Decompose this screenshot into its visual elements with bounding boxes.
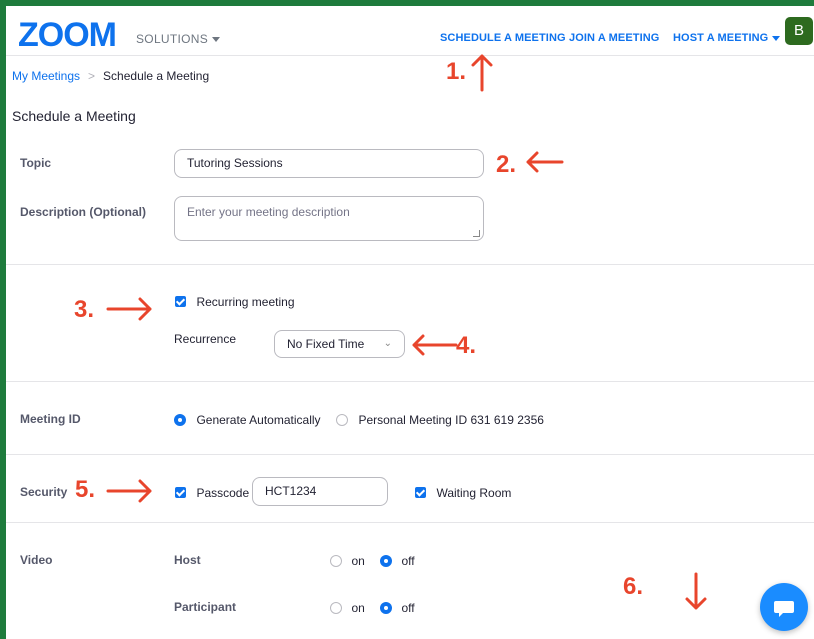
header-divider (6, 55, 814, 56)
passcode-input[interactable]: HCT1234 (252, 477, 388, 506)
radio-selected-icon (380, 601, 392, 614)
topic-input[interactable]: Tutoring Sessions (174, 149, 484, 178)
recurrence-label: Recurrence (174, 332, 237, 346)
breadcrumb-current: Schedule a Meeting (103, 69, 210, 83)
avatar[interactable]: B (785, 17, 813, 45)
nav-host-meeting[interactable]: HOST A MEETING (673, 32, 781, 44)
solutions-label: SOLUTIONS (136, 32, 209, 46)
arrow-right-icon (106, 297, 152, 321)
description-placeholder: Enter your meeting description (187, 205, 350, 219)
breadcrumb: My Meetings > Schedule a Meeting (12, 69, 209, 83)
recurring-label: Recurring meeting (196, 294, 295, 309)
annotation-3: 3. (74, 296, 95, 323)
description-label: Description (Optional) (20, 205, 146, 219)
on-label: on (351, 553, 365, 568)
chevron-down-icon (212, 37, 221, 43)
video-label: Video (20, 553, 53, 567)
generate-automatically-radio[interactable]: Generate Automatically (174, 411, 321, 429)
arrow-right-icon (106, 479, 152, 503)
resize-handle-icon[interactable] (473, 230, 480, 237)
annotation-1: 1. (446, 58, 467, 85)
radio-selected-icon (174, 413, 186, 426)
recurrence-select[interactable]: No Fixed Time ⌄ (274, 330, 405, 358)
generate-automatically-label: Generate Automatically (196, 412, 321, 427)
nav-schedule-meeting[interactable]: SCHEDULE A MEETING (440, 32, 566, 44)
checkbox-checked-icon (175, 487, 186, 499)
annotation-5: 5. (75, 476, 96, 503)
on-label: on (351, 600, 365, 615)
chat-button[interactable] (760, 583, 808, 631)
arrow-left-icon (526, 151, 564, 173)
section-divider (6, 454, 814, 455)
breadcrumb-separator: > (88, 69, 96, 83)
solutions-menu[interactable]: SOLUTIONS (136, 32, 221, 46)
participant-video-on-radio[interactable]: on (330, 599, 365, 617)
annotation-6: 6. (623, 573, 644, 600)
arrow-up-icon (471, 54, 493, 92)
arrow-down-icon (685, 572, 707, 610)
nav-host-label: HOST A MEETING (673, 32, 769, 44)
recurring-checkbox[interactable]: Recurring meeting (175, 293, 295, 311)
topic-label: Topic (20, 156, 52, 170)
host-video-on-radio[interactable]: on (330, 552, 365, 570)
annotation-4: 4. (456, 332, 477, 359)
svg-text:ZOOM: ZOOM (18, 16, 116, 54)
off-label: off (401, 600, 415, 615)
arrow-left-icon (412, 334, 458, 356)
personal-meeting-id-radio[interactable]: Personal Meeting ID 631 619 2356 (336, 411, 544, 429)
recurrence-value: No Fixed Time (287, 337, 365, 351)
nav-join-meeting[interactable]: JOIN A MEETING (569, 32, 659, 44)
security-label: Security (20, 485, 68, 499)
radio-unselected-icon (336, 413, 348, 426)
checkbox-checked-icon (175, 296, 186, 308)
section-divider (6, 381, 814, 382)
chat-bubble-icon (774, 601, 794, 617)
off-label: off (401, 553, 415, 568)
passcode-checkbox[interactable]: Passcode (175, 484, 249, 502)
section-divider (6, 264, 814, 265)
waiting-room-checkbox[interactable]: Waiting Room (415, 484, 511, 502)
host-video-off-radio[interactable]: off (380, 552, 415, 570)
participant-video-label: Participant (174, 600, 237, 614)
chevron-down-icon (772, 35, 781, 41)
breadcrumb-my-meetings[interactable]: My Meetings (12, 69, 80, 83)
page-title: Schedule a Meeting (12, 108, 136, 124)
radio-unselected-icon (330, 554, 342, 567)
zoom-web-portal: ZOOM SOLUTIONS SCHEDULE A MEETING JOIN A… (6, 6, 814, 639)
radio-unselected-icon (330, 601, 342, 614)
personal-meeting-id-label: Personal Meeting ID 631 619 2356 (358, 412, 544, 427)
meeting-id-label: Meeting ID (20, 412, 81, 426)
waiting-room-label: Waiting Room (436, 485, 512, 500)
chevron-down-icon: ⌄ (383, 338, 392, 349)
annotation-2: 2. (496, 151, 517, 178)
zoom-logo[interactable]: ZOOM (18, 16, 128, 54)
section-divider (6, 522, 814, 523)
checkbox-checked-icon (415, 487, 426, 499)
radio-selected-icon (380, 554, 392, 567)
participant-video-off-radio[interactable]: off (380, 599, 415, 617)
host-video-label: Host (174, 553, 201, 567)
passcode-label: Passcode (196, 485, 250, 500)
description-input[interactable]: Enter your meeting description (174, 196, 484, 241)
